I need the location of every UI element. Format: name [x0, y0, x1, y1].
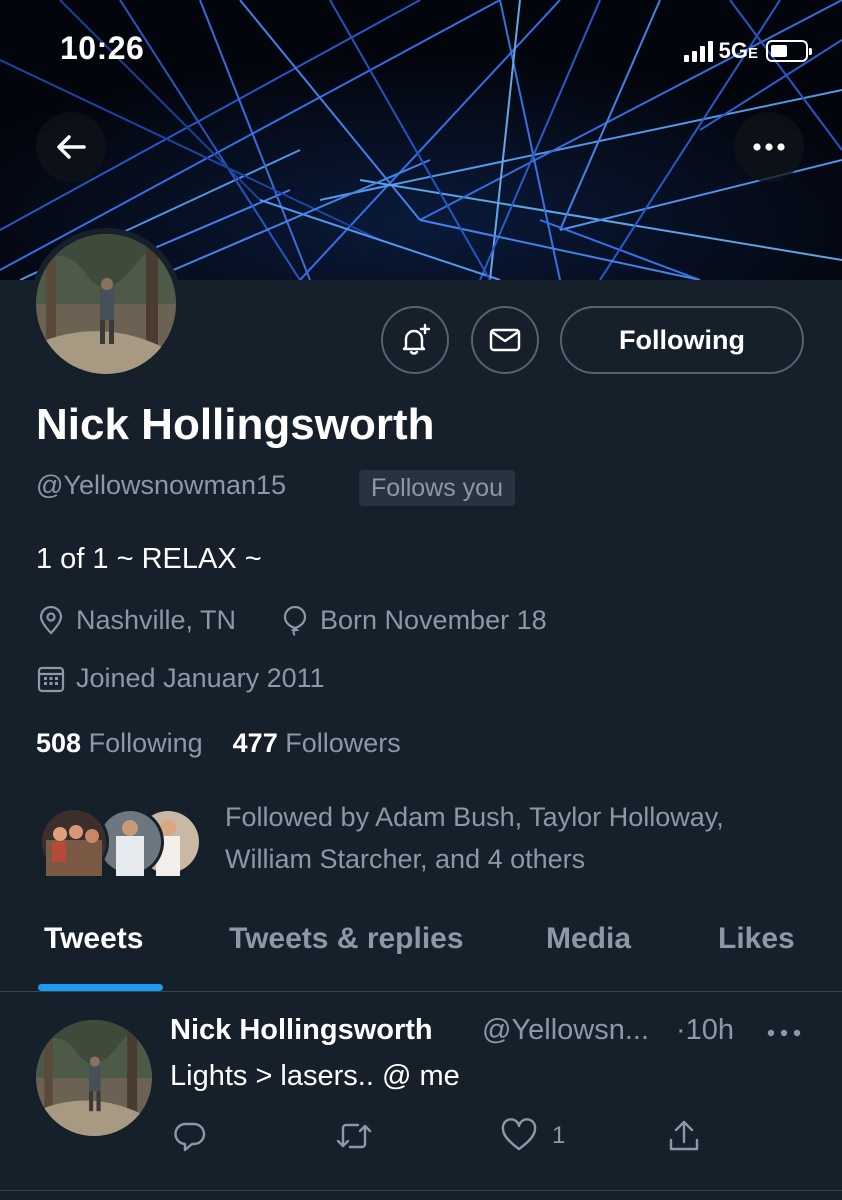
follow-counts: 508 Following 477 Followers	[36, 728, 401, 759]
followed-by-text[interactable]: Followed by Adam Bush, Taylor Holloway, …	[225, 796, 815, 880]
following-button[interactable]: Following	[560, 306, 804, 374]
more-icon	[753, 143, 785, 151]
tweet-text: Lights > lasers.. @ me	[170, 1060, 460, 1092]
birthday-text: Born November 18	[320, 605, 547, 635]
joined-row: Joined January 2011	[36, 663, 325, 694]
tweet-more-button[interactable]	[766, 1026, 802, 1044]
followed-by-line-1: Followed by Adam Bush, Taylor Holloway,	[225, 802, 724, 832]
mutual-avatars-image	[39, 807, 202, 877]
avatar-photo	[36, 234, 176, 374]
follows-you-badge: Follows you	[359, 470, 515, 506]
signal-icon	[683, 40, 713, 62]
profile-avatar[interactable]	[30, 228, 182, 380]
balloon-icon	[283, 605, 307, 636]
status-time: 10:26	[60, 30, 145, 66]
followers-label: Followers	[285, 728, 401, 758]
network-label: 5G	[718, 38, 748, 63]
tab-media[interactable]: Media	[546, 922, 631, 956]
followed-by-line-2: William Starcher, and 4 others	[225, 844, 586, 874]
reply-icon	[174, 1122, 206, 1152]
mail-icon	[489, 328, 521, 352]
like-button[interactable]: 1	[500, 1118, 565, 1154]
like-icon	[501, 1118, 537, 1151]
location-row: Nashville, TN	[36, 605, 236, 636]
more-icon	[767, 1029, 801, 1037]
followers-link[interactable]: 477 Followers	[233, 728, 401, 758]
tweet-divider	[0, 1190, 842, 1191]
bell-plus-icon	[402, 323, 431, 355]
following-link[interactable]: 508 Following	[36, 728, 203, 758]
profile-handle: @Yellowsnowman15	[36, 470, 287, 500]
status-indicators: 5GE	[683, 36, 812, 66]
followed-by-avatars[interactable]	[38, 806, 204, 878]
profile-name: Nick Hollingsworth	[36, 400, 435, 449]
retweet-button[interactable]	[334, 1118, 374, 1154]
tweet-author-name[interactable]: Nick Hollingsworth	[170, 1014, 433, 1047]
active-tab-indicator	[38, 984, 163, 991]
following-count: 508	[36, 728, 82, 758]
location-pin-icon	[39, 605, 63, 635]
retweet-icon	[336, 1123, 372, 1149]
share-button[interactable]	[666, 1118, 702, 1154]
followers-count: 477	[232, 728, 278, 758]
tweet-avatar-photo	[36, 1020, 152, 1136]
notifications-button[interactable]	[381, 306, 449, 374]
back-button[interactable]	[36, 112, 106, 182]
tab-tweets-replies[interactable]: Tweets & replies	[229, 922, 464, 956]
tweet-avatar[interactable]	[36, 1020, 152, 1136]
tweet-timestamp[interactable]: ·10h	[676, 1014, 734, 1047]
battery-icon	[766, 40, 812, 62]
more-button[interactable]	[734, 112, 804, 182]
network-suffix: E	[747, 45, 758, 62]
tab-tweets[interactable]: Tweets	[44, 922, 143, 956]
joined-text: Joined January 2011	[76, 663, 325, 693]
reply-button[interactable]	[172, 1118, 208, 1154]
following-label: Following	[88, 728, 203, 758]
calendar-icon	[37, 666, 65, 692]
message-button[interactable]	[471, 306, 539, 374]
tabs-divider	[0, 991, 842, 992]
share-icon	[669, 1120, 699, 1151]
tweet-author-handle[interactable]: @Yellowsn...	[482, 1014, 649, 1047]
like-count: 1	[552, 1122, 566, 1149]
location-text: Nashville, TN	[76, 605, 237, 635]
tab-likes[interactable]: Likes	[718, 922, 795, 956]
back-arrow-icon	[57, 135, 86, 159]
birthday-row: Born November 18	[280, 605, 547, 636]
profile-bio: 1 of 1 ~ RELAX ~	[36, 543, 262, 575]
